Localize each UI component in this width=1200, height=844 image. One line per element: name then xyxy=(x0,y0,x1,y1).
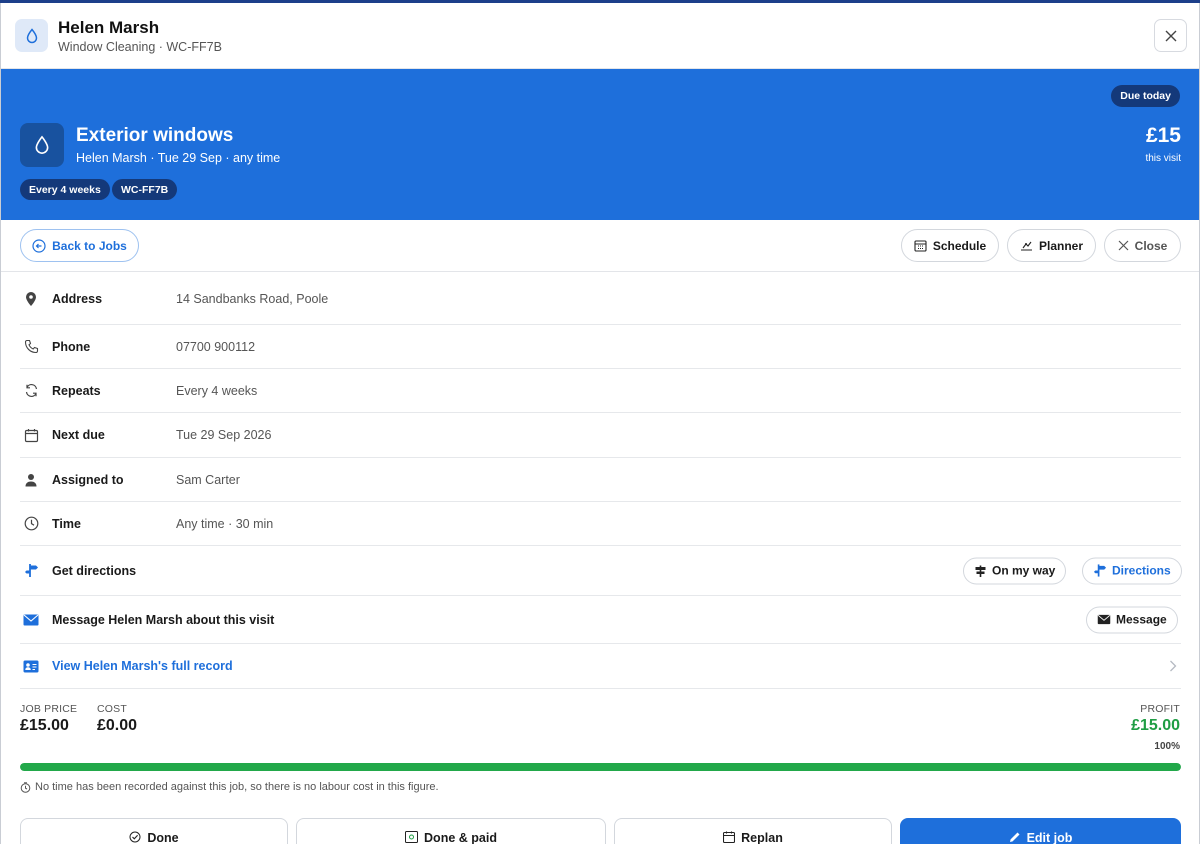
back-to-jobs-button[interactable]: Back to Jobs xyxy=(20,229,139,262)
person-icon xyxy=(22,471,40,489)
detail-row-assigned: Assigned to Sam Carter xyxy=(20,458,1181,502)
panel-header: Helen Marsh Window Cleaning · WC-FF7B xyxy=(1,3,1199,69)
planner-button[interactable]: Planner xyxy=(1007,229,1096,262)
address-label: Address xyxy=(52,291,103,306)
time-value: Any time · 30 min xyxy=(176,516,274,531)
replan-label: Replan xyxy=(741,831,783,844)
profit-progress-bar xyxy=(20,763,1181,771)
profit-value: £15.00 xyxy=(1131,717,1180,734)
visit-price-caption: this visit xyxy=(1145,153,1181,164)
repeats-label: Repeats xyxy=(52,383,101,398)
edit-job-button[interactable]: Edit job xyxy=(900,818,1181,844)
detail-row-address: Address 14 Sandbanks Road, Poole xyxy=(20,273,1181,325)
time-label: Time xyxy=(52,516,81,531)
schedule-button[interactable]: Schedule xyxy=(901,229,999,262)
close-job-button[interactable]: Close xyxy=(1104,229,1181,262)
water-drop-icon xyxy=(20,123,64,167)
signpost-icon xyxy=(22,562,40,580)
frequency-tag: Every 4 weeks xyxy=(20,179,110,200)
phone-value: 07700 900112 xyxy=(176,339,256,354)
message-label: Message Helen Marsh about this visit xyxy=(52,612,275,627)
id-card-icon xyxy=(22,657,40,675)
replan-button[interactable]: Replan xyxy=(614,818,892,844)
message-button-label: Message xyxy=(1116,612,1167,627)
timer-icon xyxy=(20,781,31,793)
cash-icon xyxy=(405,831,419,843)
job-title: Exterior windows xyxy=(76,125,234,146)
calendar-grid-icon xyxy=(914,239,927,252)
detail-row-next-due: Next due Tue 29 Sep 2026 xyxy=(20,413,1181,458)
map-pin-icon xyxy=(22,290,40,308)
back-to-jobs-label: Back to Jobs xyxy=(52,238,127,253)
directions-button[interactable]: Directions xyxy=(1082,557,1182,584)
pencil-icon xyxy=(1009,831,1021,843)
done-and-paid-button[interactable]: Done & paid xyxy=(296,818,606,844)
arrow-left-circle-icon xyxy=(32,238,46,253)
signpost-icon xyxy=(1093,564,1107,578)
chevron-right-icon xyxy=(1169,660,1177,673)
planner-label: Planner xyxy=(1038,238,1083,253)
due-badge: Due today xyxy=(1111,85,1180,107)
repeats-value: Every 4 weeks xyxy=(176,383,258,398)
next-due-label: Next due xyxy=(52,428,105,442)
view-record-link[interactable]: View Helen Marsh's full record xyxy=(20,644,1181,689)
cost-label: COST xyxy=(97,703,127,715)
profit-progress-fill xyxy=(20,763,1181,771)
calendar-icon xyxy=(723,831,736,843)
detail-row-repeats: Repeats Every 4 weeks xyxy=(20,369,1181,413)
phone-icon xyxy=(22,338,40,356)
close-panel-button[interactable] xyxy=(1154,19,1187,52)
detail-row-time: Time Any time · 30 min xyxy=(20,502,1181,546)
close-job-label: Close xyxy=(1134,238,1168,253)
calendar-icon xyxy=(22,426,40,444)
next-due-value: Tue 29 Sep 2026 xyxy=(176,428,272,442)
done-label: Done xyxy=(147,831,179,844)
detail-row-message: Message Helen Marsh about this visit Mes… xyxy=(20,596,1181,644)
assigned-value: Sam Carter xyxy=(176,472,240,487)
customer-name: Helen Marsh xyxy=(58,18,160,37)
close-icon xyxy=(1118,240,1129,251)
cost-value: £0.00 xyxy=(97,717,138,734)
done-button[interactable]: Done xyxy=(20,818,288,844)
on-my-way-label: On my way xyxy=(992,563,1056,578)
job-price-value: £15.00 xyxy=(20,717,69,734)
visit-price: £15 xyxy=(1145,124,1181,147)
assigned-label: Assigned to xyxy=(52,472,124,487)
detail-row-directions: Get directions On my way Directions xyxy=(20,546,1182,596)
check-circle-icon xyxy=(129,831,141,843)
directions-label: Directions xyxy=(1112,563,1171,578)
edit-job-label: Edit job xyxy=(1026,831,1073,844)
schedule-label: Schedule xyxy=(932,238,987,253)
on-my-way-button[interactable]: On my way xyxy=(963,557,1067,584)
message-button[interactable]: Message xyxy=(1086,606,1178,633)
clock-icon xyxy=(22,515,40,533)
envelope-icon xyxy=(1097,614,1111,625)
job-code-tag: WC-FF7B xyxy=(112,179,178,200)
phone-label: Phone xyxy=(52,339,91,354)
close-icon xyxy=(1164,29,1178,43)
job-meta: Helen Marsh · Tue 29 Sep · any time xyxy=(76,151,281,165)
labour-cost-note: No time has been recorded against this j… xyxy=(20,781,439,793)
done-and-paid-label: Done & paid xyxy=(424,831,497,844)
profit-percent: 100% xyxy=(1154,741,1180,752)
planner-icon xyxy=(1020,239,1033,252)
view-record-label: View Helen Marsh's full record xyxy=(52,659,233,673)
get-directions-label: Get directions xyxy=(52,563,137,578)
detail-row-phone: Phone 07700 900112 xyxy=(20,325,1181,369)
labour-cost-note-text: No time has been recorded against this j… xyxy=(35,781,439,793)
job-detail-panel: Helen Marsh Window Cleaning · WC-FF7B Du… xyxy=(0,3,1200,844)
job-price-label: JOB PRICE xyxy=(20,703,78,715)
envelope-icon xyxy=(22,611,40,629)
profit-label: PROFIT xyxy=(1140,703,1180,715)
action-bar: Back to Jobs Schedule Planner Close xyxy=(1,220,1199,272)
signpost-icon xyxy=(974,564,987,577)
job-hero-banner: Due today Exterior windows Helen Marsh ·… xyxy=(1,69,1199,220)
water-drop-icon xyxy=(15,19,48,52)
job-subtitle: Window Cleaning · WC-FF7B xyxy=(58,40,222,54)
address-value: 14 Sandbanks Road, Poole xyxy=(176,291,329,306)
repeat-icon xyxy=(22,382,40,400)
